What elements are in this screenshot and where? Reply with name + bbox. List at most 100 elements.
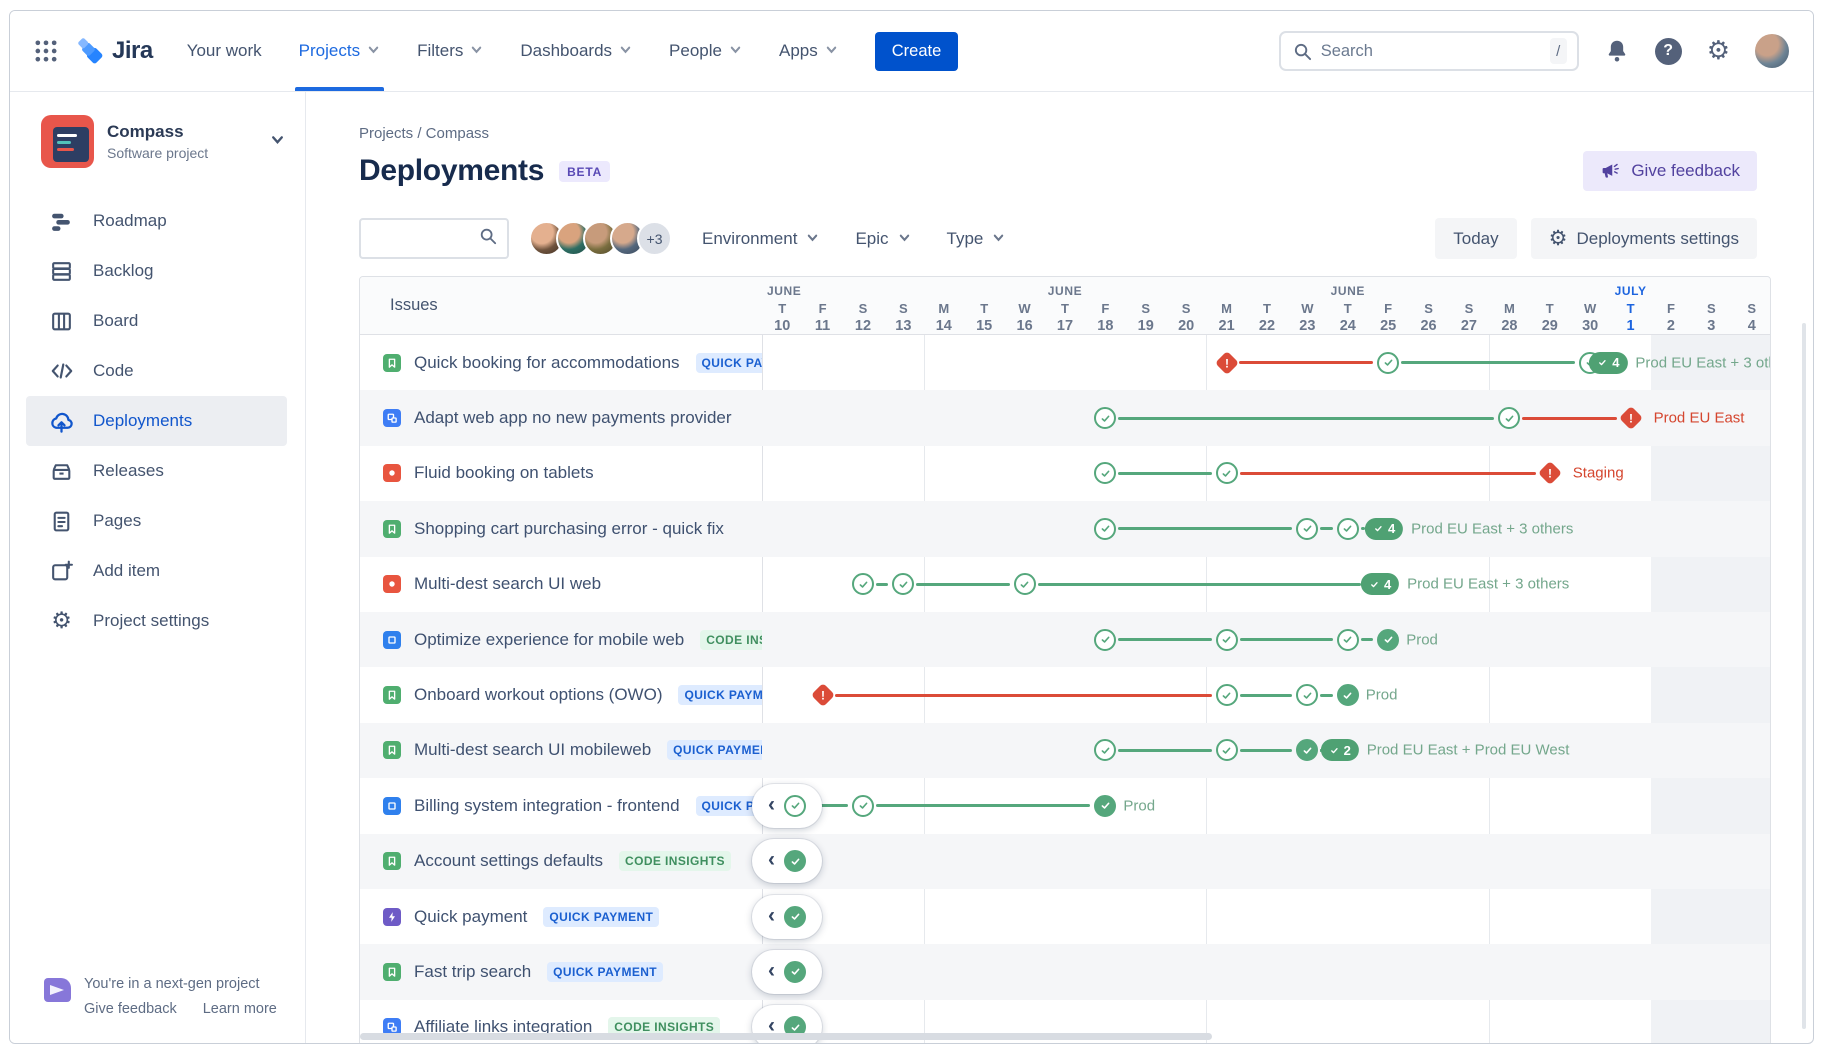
deployment-success-marker[interactable]: [1216, 739, 1238, 761]
jira-logo[interactable]: Jira: [76, 37, 153, 66]
nav-item-projects[interactable]: Projects: [299, 11, 380, 91]
sidebar-item-project-settings[interactable]: ⚙Project settings: [26, 596, 287, 646]
filter-dropdown-type[interactable]: Type: [947, 229, 1006, 249]
deployments-settings-button[interactable]: ⚙ Deployments settings: [1531, 218, 1757, 259]
sidebar-item-code[interactable]: Code: [26, 346, 287, 396]
nav-item-filters[interactable]: Filters: [417, 11, 483, 91]
sidebar-item-pages[interactable]: Pages: [26, 496, 287, 546]
sidebar-item-releases[interactable]: Releases: [26, 446, 287, 496]
deployment-success-marker: [784, 961, 806, 983]
issue-cell[interactable]: Fluid booking on tablets: [360, 446, 762, 501]
issue-cell[interactable]: Multi-dest search UI mobilewebQUICK PAYM…: [360, 723, 762, 778]
user-avatar[interactable]: [1755, 34, 1789, 68]
day-column-header: F11: [802, 300, 842, 334]
pages-icon: [48, 509, 75, 534]
issue-cell[interactable]: Quick paymentQUICK PAYMENT: [360, 889, 762, 944]
deployment-count-pill[interactable]: 4: [1365, 518, 1403, 540]
deployment-success-marker[interactable]: [1216, 462, 1238, 484]
deployment-success-marker[interactable]: [1377, 629, 1399, 651]
main-content: Projects / Compass Deployments BETA Give…: [306, 92, 1813, 1043]
issue-filter-search-input[interactable]: [371, 230, 479, 247]
app-switcher-icon[interactable]: [32, 36, 62, 66]
issue-cell[interactable]: Account settings defaultsCODE INSIGHTS: [360, 834, 762, 889]
sidebar-give-feedback-link[interactable]: Give feedback: [84, 1001, 177, 1017]
give-feedback-button[interactable]: Give feedback: [1583, 151, 1757, 191]
nav-item-apps[interactable]: Apps: [779, 11, 838, 91]
timeline-issue-row: Fluid booking on tablets!Staging: [360, 446, 1770, 501]
issue-filter-search[interactable]: [359, 218, 509, 259]
help-icon[interactable]: ?: [1655, 38, 1682, 65]
deployment-error-marker[interactable]: !: [1215, 351, 1239, 375]
issue-cell[interactable]: Optimize experience for mobile webCODE I…: [360, 612, 762, 667]
environment-label: Prod: [1366, 687, 1398, 704]
filter-dropdown-environment[interactable]: Environment: [702, 229, 819, 249]
top-navigation: Jira Your work Projects Filters Dashboards P…: [10, 11, 1813, 92]
deployment-success-marker[interactable]: [1337, 518, 1359, 540]
deployment-success-marker[interactable]: [1216, 684, 1238, 706]
deployment-success-marker[interactable]: [1094, 407, 1116, 429]
deployment-success-marker[interactable]: [1094, 462, 1116, 484]
day-column-header: M28: [1489, 300, 1529, 334]
deployment-success-marker[interactable]: [1094, 739, 1116, 761]
nav-item-dashboards[interactable]: Dashboards: [520, 11, 632, 91]
deployment-success-marker[interactable]: [1377, 352, 1399, 374]
issue-cell[interactable]: Billing system integration - frontendQUI…: [360, 778, 762, 833]
epic-badge: CODE INSIGHTS: [700, 630, 762, 650]
create-button[interactable]: Create: [875, 32, 959, 71]
issue-cell[interactable]: Quick booking for accommodationsQUICK PA…: [360, 335, 762, 390]
nav-item-your-work[interactable]: Your work: [187, 11, 262, 91]
expand-deployments-button[interactable]: ‹: [752, 839, 822, 883]
sidebar-item-backlog[interactable]: Backlog: [26, 246, 287, 296]
deployment-success-marker[interactable]: [1498, 407, 1520, 429]
deployment-success-marker[interactable]: [1094, 518, 1116, 540]
deployment-success-marker[interactable]: [1094, 629, 1116, 651]
sidebar-item-deployments[interactable]: Deployments: [26, 396, 287, 446]
issue-cell[interactable]: Multi-dest search UI web: [360, 557, 762, 612]
deployment-success-marker[interactable]: [892, 573, 914, 595]
issue-cell[interactable]: Onboard workout options (OWO)QUICK PAYME…: [360, 667, 762, 722]
deployment-error-marker[interactable]: !: [811, 683, 835, 707]
deployment-success-marker[interactable]: [852, 795, 874, 817]
deployment-count-pill[interactable]: 4: [1589, 352, 1627, 374]
week-group: JUNEM14T15W16T17F18S19S20: [924, 277, 1207, 334]
deployment-success-marker[interactable]: [1296, 518, 1318, 540]
filter-dropdown-epic[interactable]: Epic: [855, 229, 910, 249]
settings-gear-icon[interactable]: ⚙: [1707, 38, 1730, 64]
deployment-success-marker[interactable]: [852, 573, 874, 595]
expand-deployments-button[interactable]: ‹: [752, 950, 822, 994]
deployment-success-marker[interactable]: [1296, 739, 1318, 761]
notifications-bell-icon[interactable]: [1604, 38, 1630, 64]
global-search-input[interactable]: [1321, 42, 1541, 61]
sidebar-learn-more-link[interactable]: Learn more: [203, 1001, 277, 1017]
project-switcher[interactable]: Compass Software project: [10, 115, 305, 168]
sidebar-item-add-item[interactable]: Add item: [26, 546, 287, 596]
assignee-avatar-overflow[interactable]: +3: [637, 221, 672, 256]
chevron-down-icon[interactable]: [270, 132, 285, 152]
issue-cell[interactable]: Fast trip searchQUICK PAYMENT: [360, 944, 762, 999]
deployment-success-marker[interactable]: [1337, 684, 1359, 706]
deployment-success-marker[interactable]: [1296, 684, 1318, 706]
expand-deployments-button[interactable]: ‹: [752, 895, 822, 939]
global-search[interactable]: /: [1279, 31, 1579, 71]
sidebar-item-roadmap[interactable]: Roadmap: [26, 196, 287, 246]
deployment-count-pill[interactable]: 2: [1321, 739, 1359, 761]
sidebar-footer: You're in a next-gen project Give feedba…: [10, 976, 305, 1043]
issue-cell[interactable]: Adapt web app no new payments provider: [360, 390, 762, 445]
nav-item-people[interactable]: People: [669, 11, 742, 91]
issue-cell[interactable]: Shopping cart purchasing error - quick f…: [360, 501, 762, 556]
deployment-success-marker[interactable]: [1337, 629, 1359, 651]
sidebar-item-board[interactable]: Board: [26, 296, 287, 346]
code-icon: [48, 358, 75, 384]
deployment-success-marker[interactable]: [1216, 629, 1238, 651]
vertical-scrollbar[interactable]: [1802, 323, 1806, 1029]
horizontal-scrollbar[interactable]: [360, 1033, 1212, 1040]
deployment-success-marker[interactable]: [1094, 795, 1116, 817]
today-button[interactable]: Today: [1435, 218, 1516, 259]
month-label: JUNE: [762, 284, 924, 300]
deployment-count-pill[interactable]: 4: [1361, 573, 1399, 595]
deployment-success-marker[interactable]: [1014, 573, 1036, 595]
deployment-error-marker[interactable]: !: [1538, 461, 1562, 485]
breadcrumb[interactable]: Projects / Compass: [359, 125, 1757, 142]
expand-deployments-button[interactable]: ‹: [752, 784, 822, 828]
deployment-error-marker[interactable]: !: [1619, 406, 1643, 430]
